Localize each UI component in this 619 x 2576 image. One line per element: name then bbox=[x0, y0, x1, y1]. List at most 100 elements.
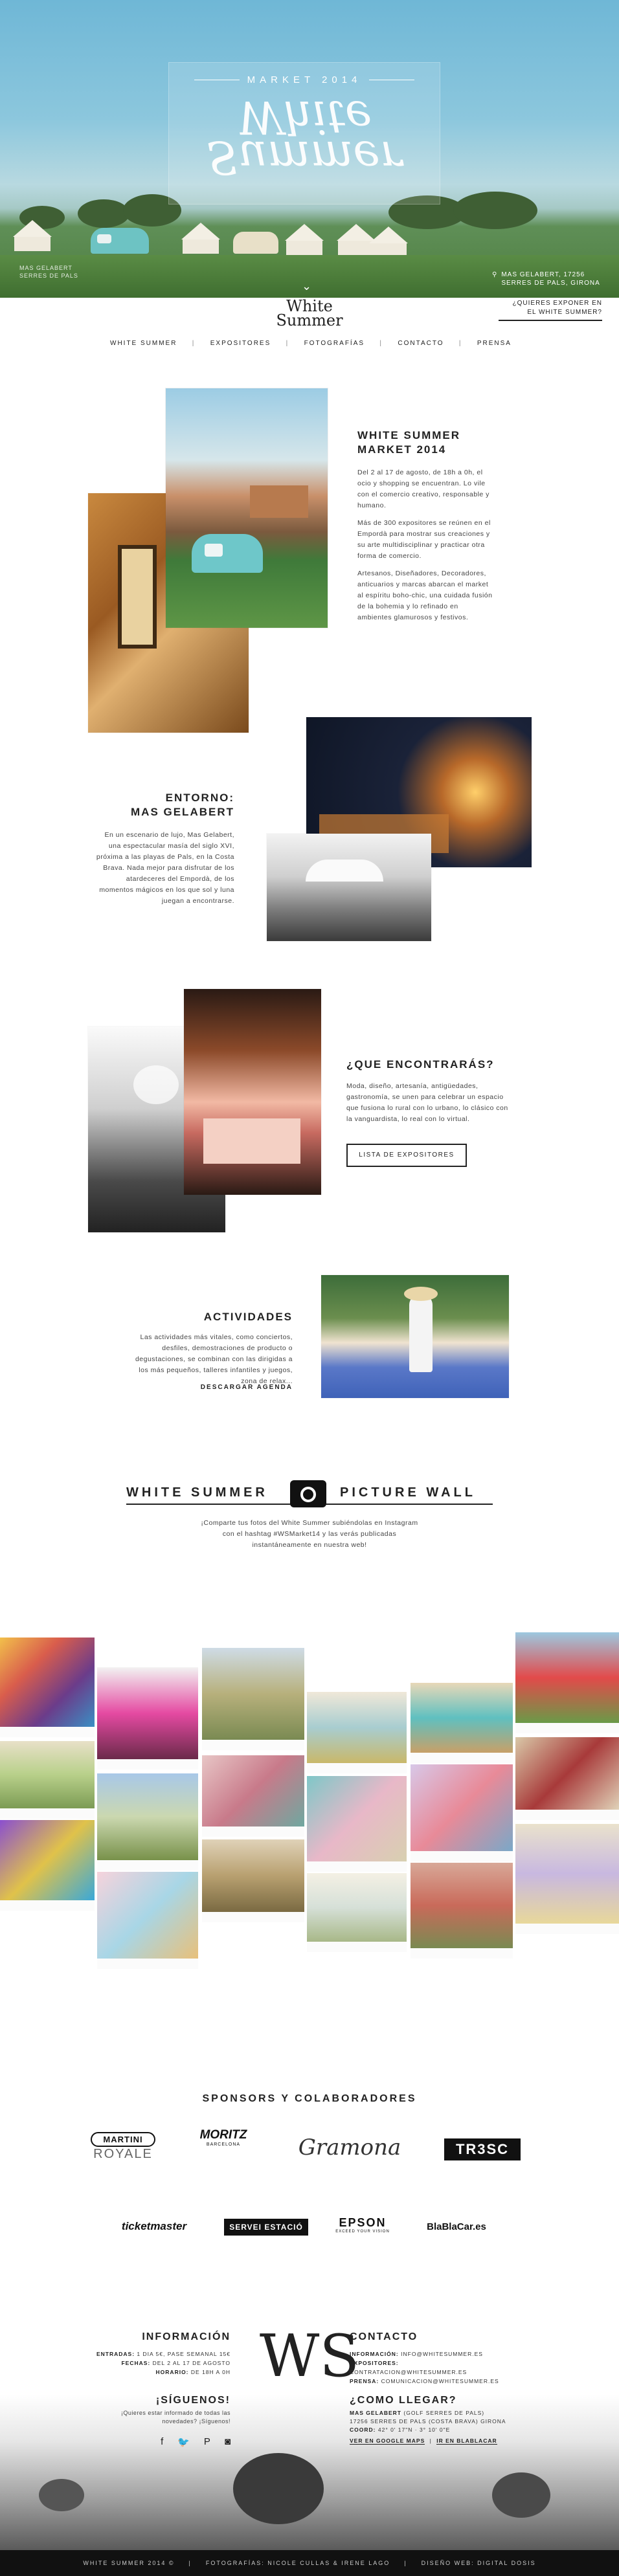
wall-photo[interactable] bbox=[0, 1820, 95, 1911]
nav-item-fotografias[interactable]: FOTOGRAFÍAS bbox=[304, 340, 365, 347]
wall-photo[interactable] bbox=[202, 1755, 304, 1837]
sponsor-martini-logo[interactable]: MARTINI ROYALE bbox=[91, 2132, 155, 2162]
wall-photo[interactable] bbox=[202, 1648, 304, 1750]
blablacar-link[interactable]: IR EN BLABLACAR bbox=[436, 2437, 497, 2445]
instagram-icon[interactable]: ◙ bbox=[225, 2436, 231, 2448]
nav-separator: | bbox=[379, 340, 383, 347]
info-key: FECHAS: bbox=[121, 2360, 151, 2366]
sponsor-tr3sc-logo[interactable]: TR3SC bbox=[444, 2138, 521, 2160]
info-list: ENTRADAS: 1 DIA 5€, PASE SEMANAL 15€ FEC… bbox=[71, 2349, 231, 2377]
sponsor-gramona-logo[interactable]: Gramona bbox=[291, 2135, 408, 2160]
entorno-text: En un escenario de lujo, Mas Gelabert, u… bbox=[96, 831, 234, 905]
social-title: ¡SÍGUENOS! bbox=[155, 2395, 231, 2406]
sponsor-epson-logo[interactable]: EPSON EXCEED YOUR VISION bbox=[330, 2216, 395, 2234]
ws-monogram: WS bbox=[259, 2322, 360, 2390]
footer-web-credits[interactable]: DISEÑO WEB: DIGITAL DOSIS bbox=[422, 2560, 536, 2566]
entorno-title: ENTORNO: MAS GELABERT bbox=[123, 791, 234, 819]
wall-photo[interactable] bbox=[0, 1741, 95, 1819]
picture-wall-title: WHITE SUMMER PICTURE WALL bbox=[126, 1480, 493, 1507]
social-text: ¡Quieres estar informado de todas las no… bbox=[120, 2410, 231, 2425]
llegar-title: ¿COMO LLEGAR? bbox=[350, 2395, 457, 2406]
wall-photo[interactable] bbox=[202, 1839, 304, 1922]
intro-paragraph-3: Artesanos, Diseñadores, Decoradores, ant… bbox=[357, 570, 493, 621]
hero-location: ⚲ MAS GELABERT, 17256 SERRES DE PALS, GI… bbox=[492, 271, 600, 287]
wall-photo[interactable] bbox=[307, 1776, 407, 1872]
encontraras-text: Moda, diseño, artesanía, antigüedades, g… bbox=[346, 1082, 508, 1123]
photo-vendor bbox=[184, 989, 321, 1195]
footer-copyright: WHITE SUMMER 2014 © bbox=[83, 2560, 175, 2566]
intro-paragraph-2: Más de 300 expositores se reúnen en el E… bbox=[357, 519, 491, 560]
contacto-email-link[interactable]: COMUNICACION@WHITESUMMER.ES bbox=[381, 2378, 499, 2384]
nav-item-expositores[interactable]: EXPOSITORES bbox=[210, 340, 271, 347]
camera-icon bbox=[290, 1480, 326, 1507]
location-pin-icon: ⚲ bbox=[492, 271, 498, 278]
wall-photo[interactable] bbox=[411, 1764, 513, 1861]
llegar-value: 17256 SERRES DE PALS (COSTA BRAVA) GIRON… bbox=[350, 2418, 506, 2425]
contacto-email-link[interactable]: CONTRATACION@WHITESUMMER.ES bbox=[350, 2369, 467, 2375]
contacto-list: INFORMACIÓN: INFO@WHITESUMMER.ES EXPOSIT… bbox=[350, 2349, 518, 2386]
sponsor-moritz-logo[interactable]: MORITZ BARCELONA bbox=[194, 2128, 253, 2147]
download-agenda-link[interactable]: DESCARGAR AGENDA bbox=[176, 1384, 293, 1391]
main-nav: WHITE SUMMER | EXPOSITORES | FOTOGRAFÍAS… bbox=[110, 340, 512, 347]
wall-photo[interactable] bbox=[411, 1863, 513, 1959]
llegar-row: COORD: 42° 0' 17"N · 3° 10' 0"E bbox=[350, 2426, 531, 2434]
nav-item-white-summer[interactable]: WHITE SUMMER bbox=[110, 340, 177, 347]
sponsor-blablacar-logo[interactable]: BlaBlaCar.es bbox=[414, 2221, 499, 2232]
info-row-horario: HORARIO: DE 18H A 0H bbox=[71, 2368, 231, 2377]
wall-photo[interactable] bbox=[411, 1683, 513, 1763]
social-icons: f 🐦 P ◙ bbox=[146, 2436, 231, 2448]
nav-item-contacto[interactable]: CONTACTO bbox=[398, 340, 444, 347]
wall-photo[interactable] bbox=[307, 1692, 407, 1773]
sponsor-servei-estacio-logo[interactable]: SERVEI ESTACIÓ bbox=[224, 2219, 308, 2236]
moritz-wordmark: MORITZ bbox=[199, 2128, 247, 2142]
wall-photo[interactable] bbox=[97, 1773, 198, 1871]
sponsor-ticketmaster-logo[interactable]: ticketmaster bbox=[109, 2220, 199, 2233]
epson-subtitle: EXCEED YOUR VISION bbox=[335, 2230, 390, 2234]
photo-caravan-front bbox=[166, 388, 328, 628]
contacto-key: EXPOSITORES: bbox=[350, 2360, 399, 2366]
wall-photo[interactable] bbox=[515, 1737, 619, 1820]
actividades-title: ACTIVIDADES bbox=[203, 1311, 293, 1323]
exhibit-link-line-1: ¿QUIERES EXPONER EN bbox=[512, 300, 602, 307]
footer-photo-credits: FOTOGRAFÍAS: NICOLE CULLAS & IRENE LAGO bbox=[205, 2560, 390, 2566]
twitter-icon[interactable]: 🐦 bbox=[177, 2436, 190, 2448]
wall-title-right: PICTURE WALL bbox=[340, 1485, 476, 1500]
site-logo[interactable]: White Summer bbox=[258, 298, 361, 329]
wall-photo[interactable] bbox=[515, 1824, 619, 1934]
llegar-row: 17256 SERRES DE PALS (COSTA BRAVA) GIRON… bbox=[350, 2417, 531, 2426]
logo-line-2: Summer bbox=[276, 311, 343, 329]
wall-photo[interactable] bbox=[307, 1873, 407, 1952]
actividades-text: Las actividades más vitales, como concie… bbox=[135, 1333, 293, 1385]
pinterest-icon[interactable]: P bbox=[204, 2436, 210, 2448]
nav-separator: | bbox=[458, 340, 462, 347]
moritz-subtitle: BARCELONA bbox=[206, 2142, 241, 2147]
llegar-key: COORD: bbox=[350, 2426, 376, 2433]
epson-wordmark: EPSON bbox=[339, 2216, 387, 2229]
wall-photo[interactable] bbox=[515, 1632, 619, 1733]
wall-photo[interactable] bbox=[97, 1667, 198, 1770]
llegar-value: 42° 0' 17"N · 3° 10' 0"E bbox=[377, 2426, 451, 2433]
hero-banner: MARKET 2014 Summer White MAS GELABERT SE… bbox=[0, 0, 619, 298]
intro-title-line-1: WHITE SUMMER bbox=[357, 429, 461, 441]
link-separator: | bbox=[429, 2437, 432, 2444]
exhibit-link[interactable]: ¿QUIERES EXPONER EN EL WHITE SUMMER? bbox=[499, 299, 602, 321]
contacto-title: CONTACTO bbox=[350, 2331, 418, 2342]
wall-photo[interactable] bbox=[97, 1872, 198, 1969]
info-row-entradas: ENTRADAS: 1 DIA 5€, PASE SEMANAL 15€ bbox=[71, 2349, 231, 2359]
picture-wall-text: ¡Comparte tus fotos del White Summer sub… bbox=[201, 1519, 418, 1549]
chevron-down-icon[interactable]: ⌄ bbox=[302, 280, 311, 293]
contacto-email-link[interactable]: INFO@WHITESUMMER.ES bbox=[401, 2351, 483, 2357]
royale-wordmark: ROYALE bbox=[93, 2147, 153, 2161]
wall-photo[interactable] bbox=[0, 1638, 95, 1737]
info-row-fechas: FECHAS: DEL 2 AL 17 DE AGOSTO bbox=[71, 2359, 231, 2368]
location-left-line-1: MAS GELABERT bbox=[19, 265, 73, 271]
photo-actividades bbox=[321, 1275, 509, 1398]
nav-item-prensa[interactable]: PRENSA bbox=[477, 340, 512, 347]
llegar-links: VER EN GOOGLE MAPS | IR EN BLABLACAR bbox=[350, 2437, 531, 2445]
contacto-key: INFORMACIÓN: bbox=[350, 2351, 399, 2357]
location-line-1: MAS GELABERT, 17256 bbox=[501, 271, 585, 278]
info-value: 1 DIA 5€, PASE SEMANAL 15€ bbox=[137, 2351, 231, 2357]
facebook-icon[interactable]: f bbox=[161, 2436, 163, 2448]
google-maps-link[interactable]: VER EN GOOGLE MAPS bbox=[350, 2437, 425, 2445]
expositores-list-button[interactable]: LISTA DE EXPOSITORES bbox=[346, 1144, 467, 1167]
